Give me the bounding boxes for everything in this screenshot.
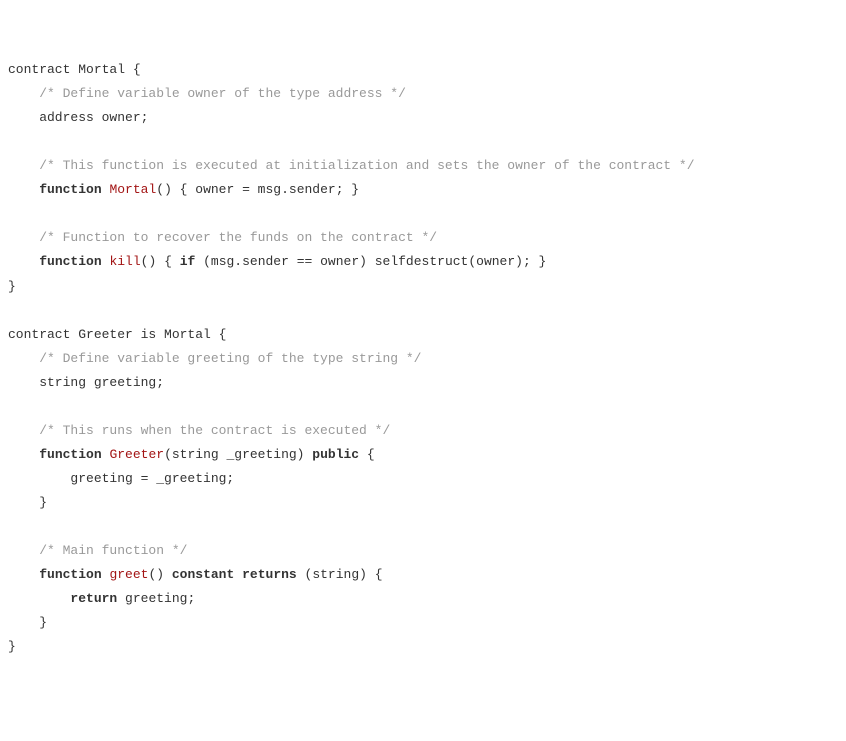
- keyword-public: public: [312, 447, 359, 462]
- indent: [8, 447, 39, 462]
- code-mid: (): [148, 567, 171, 582]
- keyword-returns: returns: [242, 567, 297, 582]
- code-mid: (string _greeting): [164, 447, 312, 462]
- comment: /* This function is executed at initiali…: [8, 158, 695, 173]
- code-mid: () {: [141, 254, 180, 269]
- code-rest: (msg.sender == owner) selfdestruct(owner…: [195, 254, 546, 269]
- comment: /* Define variable greeting of the type …: [8, 351, 421, 366]
- identifier-kill: kill: [109, 254, 140, 269]
- code-rest: (string) {: [297, 567, 383, 582]
- keyword-function: function: [39, 254, 101, 269]
- code-line: contract Greeter is Mortal {: [8, 327, 226, 342]
- keyword-function: function: [39, 182, 101, 197]
- identifier-mortal: Mortal: [109, 182, 156, 197]
- comment: /* This runs when the contract is execut…: [8, 423, 390, 438]
- code-line: contract Mortal {: [8, 62, 141, 77]
- space: [102, 567, 110, 582]
- code-line: }: [8, 495, 47, 510]
- keyword-function: function: [39, 567, 101, 582]
- identifier-greet: greet: [109, 567, 148, 582]
- indent: [8, 254, 39, 269]
- code-line: string greeting;: [8, 375, 164, 390]
- comment: /* Main function */: [8, 543, 187, 558]
- comment: /* Function to recover the funds on the …: [8, 230, 437, 245]
- indent: [8, 591, 70, 606]
- code-line: }: [8, 639, 16, 654]
- code-line: greeting = _greeting;: [8, 471, 234, 486]
- keyword-if: if: [180, 254, 196, 269]
- keyword-function: function: [39, 447, 101, 462]
- code-rest: {: [359, 447, 375, 462]
- identifier-greeter: Greeter: [109, 447, 164, 462]
- code-line: }: [8, 279, 16, 294]
- code-block: contract Mortal { /* Define variable own…: [8, 58, 838, 659]
- indent: [8, 567, 39, 582]
- keyword-return: return: [70, 591, 117, 606]
- comment: /* Define variable owner of the type add…: [8, 86, 406, 101]
- space: [234, 567, 242, 582]
- code-rest: () { owner = msg.sender; }: [156, 182, 359, 197]
- code-rest: greeting;: [117, 591, 195, 606]
- indent: [8, 182, 39, 197]
- code-line: address owner;: [8, 110, 148, 125]
- keyword-constant: constant: [172, 567, 234, 582]
- code-line: }: [8, 615, 47, 630]
